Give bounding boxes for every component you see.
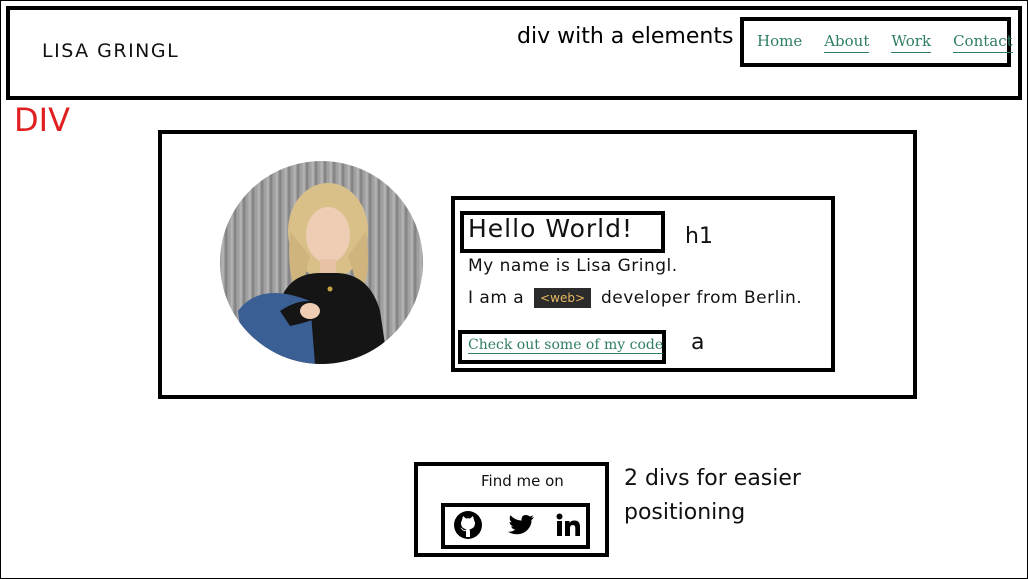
linkedin-icon[interactable] bbox=[553, 510, 583, 540]
nav-link-home[interactable]: Home bbox=[757, 32, 802, 53]
profile-photo-illustration bbox=[238, 183, 388, 364]
nav-box: Home About Work Contact bbox=[740, 17, 1013, 67]
role-suffix: developer from Berlin. bbox=[600, 288, 803, 308]
nav-annotation: div with a elements bbox=[517, 24, 734, 49]
twitter-icon[interactable] bbox=[505, 510, 535, 540]
github-icon[interactable] bbox=[453, 510, 483, 540]
brand-title: LISA GRINGL bbox=[42, 40, 180, 62]
a-annotation: a bbox=[691, 330, 705, 355]
page-heading: Hello World! bbox=[468, 214, 633, 243]
nav-link-work[interactable]: Work bbox=[891, 32, 932, 53]
intro-role-line: I am a <web> developer from Berlin. bbox=[468, 288, 802, 308]
nav-link-contact[interactable]: Contact bbox=[953, 32, 1013, 53]
div-annotation: DIV bbox=[14, 101, 70, 139]
social-annotation: 2 divs for easier positioning bbox=[624, 466, 801, 525]
nav-link-about[interactable]: About bbox=[824, 32, 870, 53]
social-title: Find me on bbox=[481, 472, 564, 490]
h1-annotation: h1 bbox=[685, 224, 713, 249]
web-tag-badge: <web> bbox=[534, 288, 592, 308]
role-prefix: I am a bbox=[468, 288, 525, 308]
code-link[interactable]: Check out some of my code bbox=[468, 337, 664, 354]
profile-photo bbox=[220, 161, 423, 364]
intro-name-line: My name is Lisa Gringl. bbox=[468, 256, 678, 276]
